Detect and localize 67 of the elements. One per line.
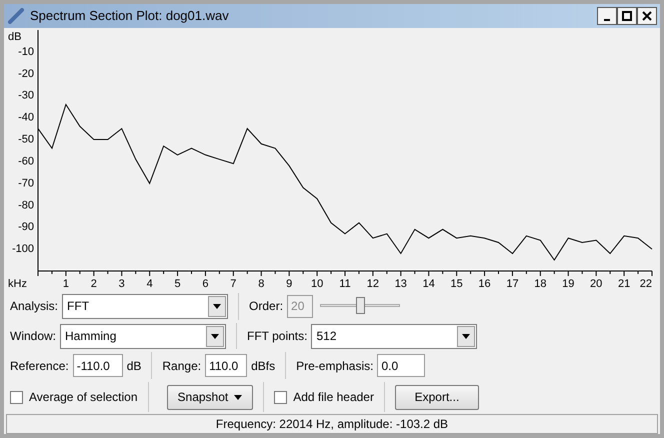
field-label: Order: [249, 298, 284, 316]
y-tick-label: -60 [18, 155, 34, 168]
unit-label: dBfs [251, 358, 276, 375]
y-tick-label: -100 [12, 242, 34, 255]
field-label: Analysis: [10, 298, 58, 316]
field-label: Pre-emphasis: [296, 358, 374, 375]
checkbox[interactable] [274, 390, 288, 404]
x-tick-label: 22 [640, 278, 652, 290]
x-tick-label: 16 [478, 278, 491, 290]
status-bar: Frequency: 22014 Hz, amplitude: -103.2 dB [6, 414, 658, 434]
x-tick-label: 12 [366, 278, 380, 290]
snapshot-button[interactable]: Snapshot [166, 384, 254, 410]
field-label: Reference: [10, 358, 69, 375]
y-tick-label: -20 [18, 68, 34, 80]
y-tick-label: -80 [18, 199, 34, 212]
analysis-dropdown[interactable]: FFT [62, 294, 228, 319]
y-tick-label: -30 [18, 90, 34, 102]
close-button[interactable] [637, 6, 657, 25]
x-tick-label: 4 [146, 278, 153, 290]
x-tick-label: 5 [174, 278, 181, 290]
x-tick-label: 9 [286, 278, 292, 290]
field-label: FFT points: [247, 328, 308, 346]
x-tick-label: 20 [590, 278, 602, 290]
x-tick-label: 14 [422, 278, 435, 290]
y-axis-label: dB [8, 30, 22, 43]
x-tick-label: 17 [506, 278, 519, 290]
dropdown-arrow-icon [211, 334, 220, 339]
window-dropdown[interactable]: Hamming [60, 324, 226, 349]
unit-label: dB [126, 358, 142, 375]
maximize-button[interactable] [617, 6, 637, 25]
x-tick-label: 1 [62, 278, 69, 290]
checkbox-label: Average of selection [29, 389, 138, 406]
x-tick-label: 10 [310, 278, 324, 290]
close-icon [642, 10, 652, 21]
minimize-button[interactable] [597, 6, 617, 25]
x-tick-label: 3 [118, 278, 125, 290]
x-tick-label: 6 [202, 278, 209, 290]
window-title: Spectrum Section Plot: dog01.wav [30, 7, 230, 26]
range-field[interactable]: 110.0 [205, 354, 248, 378]
y-tick-label: -90 [18, 221, 34, 233]
x-tick-label: 19 [562, 278, 574, 290]
reference-field[interactable]: -110.0 [72, 354, 123, 378]
checkbox[interactable] [10, 390, 23, 404]
x-tick-label: 21 [618, 278, 630, 290]
dropdown-arrow-icon [462, 334, 470, 339]
x-tick-label: 11 [339, 278, 351, 290]
pre-emphasis-field[interactable]: 0.0 [377, 354, 426, 378]
y-tick-label: -40 [18, 111, 34, 124]
x-tick-label: 13 [394, 278, 407, 290]
checkbox-label: Add file header [293, 389, 374, 406]
y-tick-label: -10 [18, 46, 34, 58]
x-tick-label: 2 [90, 278, 97, 290]
field-label: Range: [162, 358, 202, 375]
x-axis-label: kHz [8, 278, 27, 290]
x-tick-label: 15 [450, 278, 463, 290]
y-tick-label: -70 [18, 177, 34, 190]
export-button[interactable]: Export... [394, 384, 479, 410]
x-tick-label: 8 [258, 278, 264, 290]
y-tick-label: -50 [18, 133, 34, 146]
x-tick-label: 18 [534, 278, 546, 290]
dropdown-arrow-icon [213, 304, 222, 309]
fft-points-dropdown[interactable]: 512 [311, 324, 478, 349]
field-label: Window: [10, 328, 56, 346]
minimize-icon [604, 19, 610, 22]
x-tick-label: 7 [230, 278, 236, 290]
caret-icon [234, 394, 242, 400]
maximize-icon [622, 10, 632, 21]
